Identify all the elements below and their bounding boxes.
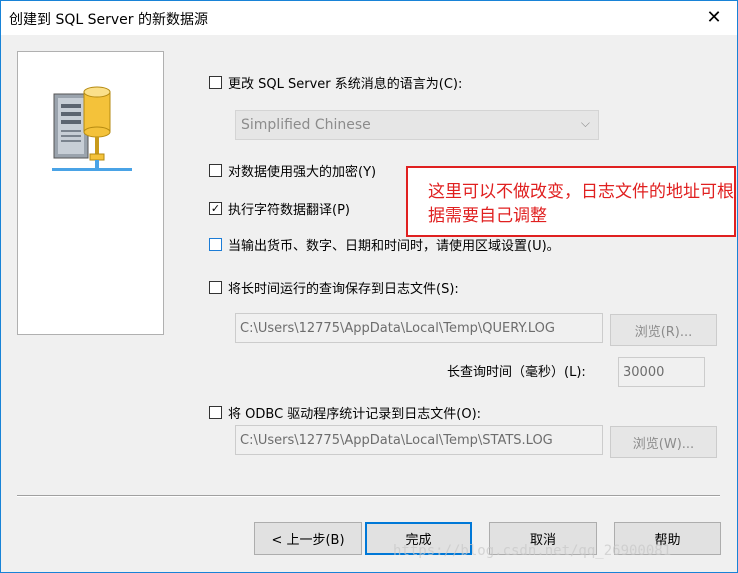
long-query-time-input[interactable]: 30000 <box>618 357 705 387</box>
close-button[interactable]: ✕ <box>691 1 737 34</box>
dialog-window: 创建到 SQL Server 的新数据源 ✕ 更改 SQL Server 系统消… <box>0 0 738 573</box>
change-language-row[interactable]: 更改 SQL Server 系统消息的语言为(C): <box>209 73 462 92</box>
long-query-time-row: 长查询时间（毫秒）(L): <box>447 361 586 380</box>
watermark: https://blog.csdn.net/qq_26900081 <box>393 543 672 559</box>
annotation-box: 这里可以不做改变，日志文件的地址可根据需要自己调整 <box>406 166 736 237</box>
strong-encryption-label: 对数据使用强大的加密(Y) <box>228 165 377 180</box>
server-database-icon <box>52 86 132 171</box>
window-title: 创建到 SQL Server 的新数据源 <box>9 12 208 28</box>
log-odbc-stats-label: 将 ODBC 驱动程序统计记录到日志文件(O): <box>228 407 482 422</box>
char-translation-label: 执行字符数据翻译(P) <box>228 203 350 218</box>
browse-stats-log-label: 浏览(W)... <box>632 436 695 452</box>
back-button-label: < 上一步(B) <box>271 533 345 548</box>
regional-settings-row[interactable]: 当输出货币、数字、日期和时间时，请使用区域设置(U)。 <box>209 235 560 254</box>
title-bar[interactable]: 创建到 SQL Server 的新数据源 ✕ <box>1 1 737 35</box>
save-long-queries-row[interactable]: 将长时间运行的查询保存到日志文件(S): <box>209 278 459 297</box>
query-log-path-input[interactable]: C:\Users\12775\AppData\Local\Temp\QUERY.… <box>235 313 603 343</box>
log-odbc-stats-checkbox[interactable] <box>209 406 222 419</box>
stats-log-path-input[interactable]: C:\Users\12775\AppData\Local\Temp\STATS.… <box>235 425 603 455</box>
change-language-checkbox[interactable] <box>209 76 222 89</box>
language-select[interactable]: Simplified Chinese ⌵ <box>235 110 599 140</box>
browse-query-log-label: 浏览(R)... <box>634 324 693 340</box>
annotation-text: 这里可以不做改变，日志文件的地址可根据需要自己调整 <box>428 182 734 226</box>
browse-stats-log-button[interactable]: 浏览(W)... <box>610 426 717 458</box>
strong-encryption-row[interactable]: 对数据使用强大的加密(Y) <box>209 161 376 180</box>
side-panel <box>17 51 164 335</box>
chevron-down-icon: ⌵ <box>580 116 590 130</box>
regional-settings-label: 当输出货币、数字、日期和时间时，请使用区域设置(U)。 <box>228 239 560 254</box>
long-query-time-value: 30000 <box>623 364 665 380</box>
stats-log-path-value: C:\Users\12775\AppData\Local\Temp\STATS.… <box>240 432 553 448</box>
divider <box>17 495 720 497</box>
strong-encryption-checkbox[interactable] <box>209 164 222 177</box>
query-log-path-value: C:\Users\12775\AppData\Local\Temp\QUERY.… <box>240 320 555 336</box>
char-translation-checkbox[interactable]: ✓ <box>209 202 222 215</box>
checkmark-icon: ✓ <box>210 202 221 215</box>
save-long-queries-label: 将长时间运行的查询保存到日志文件(S): <box>228 282 459 297</box>
back-button[interactable]: < 上一步(B) <box>254 522 362 555</box>
char-translation-row[interactable]: ✓ 执行字符数据翻译(P) <box>209 199 350 218</box>
regional-settings-checkbox[interactable] <box>209 238 222 251</box>
change-language-label: 更改 SQL Server 系统消息的语言为(C): <box>228 77 463 92</box>
close-icon: ✕ <box>706 7 722 28</box>
save-long-queries-checkbox[interactable] <box>209 281 222 294</box>
language-select-value: Simplified Chinese <box>241 117 371 133</box>
long-query-time-label: 长查询时间（毫秒）(L): <box>447 365 586 380</box>
log-odbc-stats-row[interactable]: 将 ODBC 驱动程序统计记录到日志文件(O): <box>209 403 481 422</box>
browse-query-log-button[interactable]: 浏览(R)... <box>610 314 717 346</box>
